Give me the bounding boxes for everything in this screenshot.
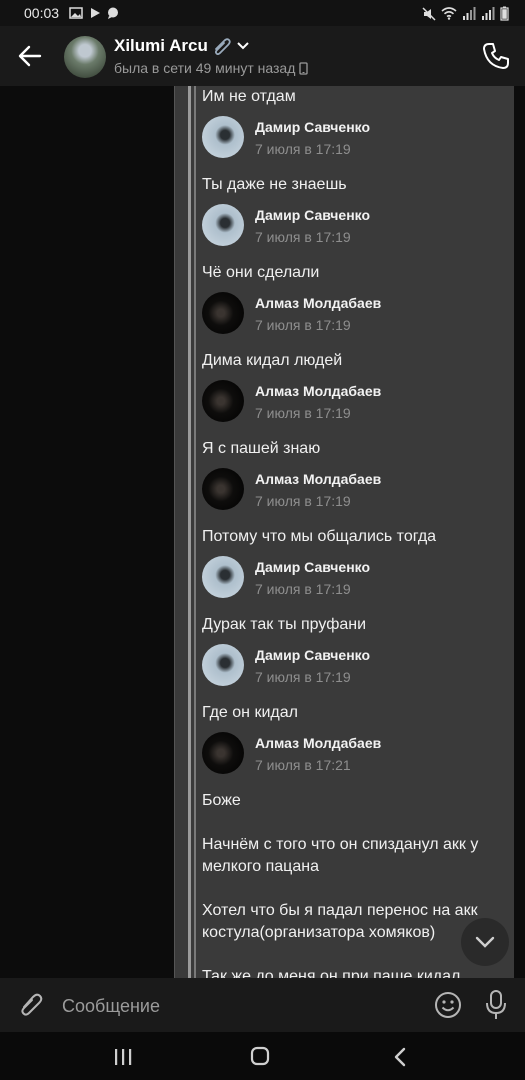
author-name: Дамир Савченко bbox=[255, 647, 371, 663]
paperclip-icon[interactable] bbox=[18, 991, 44, 1019]
author-name: Дамир Савченко bbox=[255, 207, 371, 223]
home-icon[interactable] bbox=[250, 1046, 270, 1066]
avatar[interactable] bbox=[64, 36, 106, 78]
mute-icon bbox=[422, 6, 436, 21]
author-name: Алмаз Молдабаев bbox=[255, 471, 382, 487]
smile-icon[interactable] bbox=[434, 991, 462, 1019]
message-text: Потому что мы общались тогда bbox=[202, 528, 437, 545]
chat-bubble-icon bbox=[108, 7, 119, 19]
chat-title-block[interactable]: Xilumi Arcu была в сети 49 минут назад bbox=[114, 36, 309, 76]
avatar[interactable] bbox=[202, 732, 244, 774]
message-author[interactable]: Дамир Савченко 7 июля в 17:19 bbox=[202, 556, 502, 604]
forward-quote-line bbox=[188, 86, 191, 978]
message-author[interactable]: Дамир Савченко 7 июля в 17:19 bbox=[202, 204, 502, 252]
forward-quote-line-inner bbox=[194, 86, 196, 978]
microphone-icon[interactable] bbox=[484, 989, 508, 1021]
status-bar: 00:03 bbox=[0, 0, 525, 26]
status-time: 00:03 bbox=[24, 5, 60, 21]
author-name: Дамир Савченко bbox=[255, 119, 371, 135]
message-date: 7 июля в 17:19 bbox=[255, 405, 351, 421]
avatar[interactable] bbox=[202, 644, 244, 686]
chat-title: Xilumi Arcu bbox=[114, 36, 208, 55]
chevron-down-icon[interactable] bbox=[236, 41, 250, 51]
mobile-device-icon bbox=[299, 61, 309, 75]
phone-icon[interactable] bbox=[481, 41, 511, 71]
wifi-icon bbox=[441, 7, 457, 20]
signal-icon bbox=[463, 7, 476, 20]
author-name: Алмаз Молдабаев bbox=[255, 383, 382, 399]
message-date: 7 июля в 17:19 bbox=[255, 493, 351, 509]
message-date: 7 июля в 17:19 bbox=[255, 141, 351, 157]
battery-icon bbox=[500, 6, 509, 21]
gallery-icon bbox=[69, 7, 83, 19]
author-name: Алмаз Молдабаев bbox=[255, 295, 382, 311]
message-text: Дурак так ты пруфани bbox=[202, 616, 367, 633]
author-name: Дамир Савченко bbox=[255, 559, 371, 575]
message-author[interactable]: Алмаз Молдабаев 7 июля в 17:19 bbox=[202, 468, 502, 516]
message-date: 7 июля в 17:21 bbox=[255, 757, 351, 773]
paperclip-icon bbox=[214, 38, 231, 55]
play-icon bbox=[91, 8, 101, 18]
message-text: Ты даже не знаешь bbox=[202, 176, 347, 193]
arrow-left-icon[interactable] bbox=[16, 42, 44, 70]
nav-back-icon[interactable] bbox=[392, 1047, 408, 1067]
avatar[interactable] bbox=[202, 556, 244, 598]
signal-2-icon bbox=[482, 7, 495, 20]
recent-apps-icon[interactable] bbox=[113, 1048, 133, 1066]
avatar[interactable] bbox=[202, 380, 244, 422]
message-author[interactable]: Алмаз Молдабаев 7 июля в 17:19 bbox=[202, 380, 502, 428]
message-author[interactable]: Дамир Савченко 7 июля в 17:19 bbox=[202, 116, 502, 164]
message-text: Боже bbox=[202, 792, 241, 809]
chat-header: Xilumi Arcu была в сети 49 минут назад bbox=[0, 26, 525, 86]
message-text: Я с пашей знаю bbox=[202, 440, 321, 457]
forwarded-messages-list: Им не отдам Дамир Савченко 7 июля в 17:19 Т… bbox=[202, 86, 502, 978]
message-text: Так же до меня он при паше кидал людей bbox=[202, 968, 461, 978]
scroll-down-button[interactable] bbox=[461, 918, 509, 966]
author-name: Алмаз Молдабаев bbox=[255, 735, 382, 751]
status-left-icons bbox=[69, 7, 119, 19]
message-input-bar bbox=[0, 978, 525, 1032]
chat-area[interactable]: Им не отдам Дамир Савченко 7 июля в 17:19 Т… bbox=[0, 86, 525, 978]
message-text: Чё они сделали bbox=[202, 264, 320, 281]
message-author[interactable]: Дамир Савченко 7 июля в 17:19 bbox=[202, 644, 502, 692]
message-text: Начнём с того что он спизданул акк у мел… bbox=[202, 836, 479, 875]
message-text: Дима кидал людей bbox=[202, 352, 343, 369]
chevron-down-icon bbox=[475, 936, 495, 948]
last-seen-status: была в сети 49 минут назад bbox=[114, 60, 296, 76]
avatar[interactable] bbox=[202, 292, 244, 334]
message-text: Хотел что бы я падал перенос на акк кост… bbox=[202, 902, 478, 941]
message-date: 7 июля в 17:19 bbox=[255, 317, 351, 333]
avatar[interactable] bbox=[202, 204, 244, 246]
message-date: 7 июля в 17:19 bbox=[255, 229, 351, 245]
message-date: 7 июля в 17:19 bbox=[255, 581, 351, 597]
avatar[interactable] bbox=[202, 468, 244, 510]
message-date: 7 июля в 17:19 bbox=[255, 669, 351, 685]
message-author[interactable]: Алмаз Молдабаев 7 июля в 17:21 bbox=[202, 732, 502, 780]
message-input[interactable] bbox=[60, 992, 414, 1020]
message-author[interactable]: Алмаз Молдабаев 7 июля в 17:19 bbox=[202, 292, 502, 340]
system-nav-bar bbox=[0, 1032, 525, 1080]
status-right-icons bbox=[422, 6, 509, 21]
avatar[interactable] bbox=[202, 116, 244, 158]
message-text: Им не отдам bbox=[202, 88, 296, 105]
message-text: Где он кидал bbox=[202, 704, 298, 721]
